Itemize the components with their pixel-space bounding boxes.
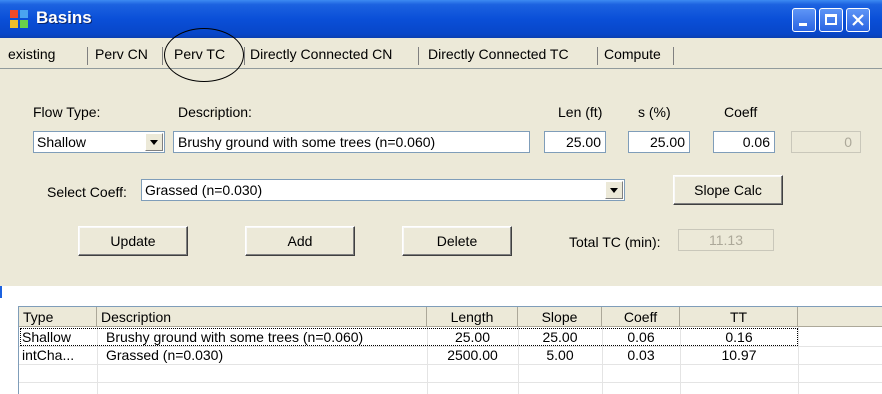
len-label: Len (ft) bbox=[558, 104, 603, 120]
total-tc-field: 11.13 bbox=[678, 229, 774, 251]
flow-type-label: Flow Type: bbox=[33, 104, 101, 120]
select-coeff-value: Grassed (n=0.030) bbox=[145, 182, 263, 198]
table-cell-type[interactable]: Shallow bbox=[22, 328, 96, 347]
coeff-label: Coeff bbox=[724, 104, 758, 120]
tab-separator bbox=[418, 47, 419, 65]
tab-separator bbox=[597, 47, 598, 65]
tab-directly-connected-tc[interactable]: Directly Connected TC bbox=[428, 44, 569, 64]
column-header-filler bbox=[798, 307, 882, 327]
maximize-icon bbox=[825, 14, 837, 25]
slope-label: s (%) bbox=[638, 104, 671, 120]
delete-button[interactable]: Delete bbox=[402, 226, 512, 256]
close-button[interactable] bbox=[846, 8, 870, 32]
table-cell-coeff[interactable]: 0.06 bbox=[602, 328, 680, 347]
tab-separator bbox=[87, 47, 88, 65]
flow-type-select[interactable]: Shallow bbox=[33, 131, 165, 153]
grid-line bbox=[798, 327, 799, 394]
close-icon bbox=[852, 14, 864, 26]
chevron-down-icon[interactable] bbox=[605, 181, 623, 199]
column-header-tt[interactable]: TT bbox=[680, 307, 798, 327]
title-bar[interactable]: Basins bbox=[0, 0, 882, 38]
tab-separator bbox=[673, 47, 674, 65]
table-cell-slope[interactable]: 5.00 bbox=[518, 346, 602, 365]
coeff-field[interactable]: 0.06 bbox=[713, 131, 775, 153]
table-cell-length[interactable]: 2500.00 bbox=[427, 346, 518, 365]
total-tc-label: Total TC (min): bbox=[569, 234, 661, 250]
column-header-length[interactable]: Length bbox=[427, 307, 518, 327]
minimize-button[interactable] bbox=[792, 8, 816, 32]
select-coeff-dropdown[interactable]: Grassed (n=0.030) bbox=[141, 179, 625, 201]
description-field[interactable]: Brushy ground with some trees (n=0.060) bbox=[173, 131, 530, 153]
tab-separator bbox=[162, 47, 163, 65]
table-cell-tt[interactable]: 10.97 bbox=[680, 346, 798, 365]
column-header-description[interactable]: Description bbox=[97, 307, 427, 327]
add-button[interactable]: Add bbox=[245, 226, 355, 256]
hand-drawn-circle bbox=[164, 28, 244, 82]
table-cell-description[interactable]: Grassed (n=0.030) bbox=[106, 346, 426, 365]
tab-perv-cn[interactable]: Perv CN bbox=[95, 44, 148, 64]
len-field[interactable]: 25.00 bbox=[544, 131, 606, 153]
description-label: Description: bbox=[178, 104, 252, 120]
tab-divider bbox=[0, 68, 882, 69]
table-cell-description[interactable]: Brushy ground with some trees (n=0.060) bbox=[106, 328, 426, 347]
table-cell-coeff[interactable]: 0.03 bbox=[602, 346, 680, 365]
table-cell-length[interactable]: 25.00 bbox=[427, 328, 518, 347]
column-header-slope[interactable]: Slope bbox=[518, 307, 602, 327]
minimize-icon bbox=[799, 23, 807, 26]
tab-separator bbox=[244, 47, 245, 65]
maximize-button[interactable] bbox=[819, 8, 843, 32]
flow-type-value: Shallow bbox=[37, 134, 87, 150]
chevron-down-icon[interactable] bbox=[145, 133, 163, 151]
grid-line bbox=[19, 382, 882, 383]
select-coeff-label: Select Coeff: bbox=[47, 184, 127, 200]
column-header-coeff[interactable]: Coeff bbox=[602, 307, 680, 327]
column-header-type[interactable]: Type bbox=[19, 307, 97, 327]
table-cell-slope[interactable]: 25.00 bbox=[518, 328, 602, 347]
window-title: Basins bbox=[36, 8, 92, 27]
tab-directly-connected-cn[interactable]: Directly Connected CN bbox=[250, 44, 392, 64]
app-icon bbox=[10, 10, 28, 28]
extra-field: 0 bbox=[791, 131, 861, 153]
tab-existing[interactable]: existing bbox=[8, 44, 55, 64]
tab-compute[interactable]: Compute bbox=[604, 44, 661, 64]
update-button[interactable]: Update bbox=[78, 226, 188, 256]
slope-calc-button[interactable]: Slope Calc bbox=[673, 175, 783, 205]
slope-field[interactable]: 25.00 bbox=[628, 131, 690, 153]
table-cell-type[interactable]: intCha... bbox=[22, 346, 96, 365]
table-cell-tt[interactable]: 0.16 bbox=[680, 328, 798, 347]
